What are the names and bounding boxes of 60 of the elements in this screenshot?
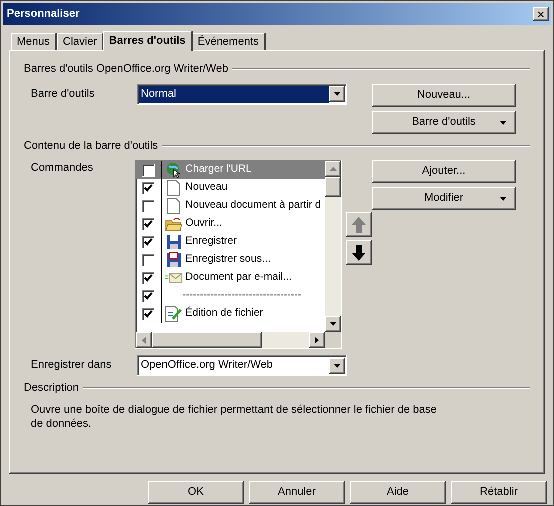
move-down-button[interactable] [346, 240, 372, 265]
group-title: Description [24, 381, 80, 396]
command-item[interactable]: Enregistrer [162, 233, 325, 251]
checkmark-icon [144, 184, 153, 192]
command-item[interactable]: Nouveau [162, 179, 325, 197]
globe-icon [166, 162, 182, 178]
group-title: Barres d'outils OpenOffice.org Writer/Web [24, 62, 228, 77]
dropdown-button[interactable] [329, 358, 345, 374]
command-item[interactable]: Document par e-mail... [162, 269, 325, 287]
tab[interactable]: Menus [11, 33, 58, 50]
modify-button[interactable]: Modifier [372, 187, 516, 210]
command-item[interactable]: Ouvrir... [162, 215, 325, 233]
scroll-down-icon [330, 322, 336, 326]
save-in-dropdown[interactable]: OpenOffice.org Writer/Web [137, 355, 347, 376]
tab[interactable]: Événements [192, 33, 266, 50]
edit-document-icon [164, 306, 183, 322]
tab[interactable]: Clavier [57, 33, 104, 50]
dialog-button[interactable]: OK [148, 481, 244, 504]
dropdown-arrow-icon [334, 364, 340, 368]
command-item[interactable]: Nouveau document à partir d [162, 197, 325, 215]
scroll-right-icon [315, 336, 319, 344]
new-button[interactable]: Nouveau... [372, 84, 516, 106]
field-label: Barre d'outils [31, 86, 96, 102]
document-icon [166, 198, 181, 214]
folder-icon [164, 216, 183, 232]
description-text: Ouvre une boîte de dialogue de fichier permettant de sélectionner le fichier de base de données. [30, 402, 438, 430]
add-button[interactable]: Ajouter... [372, 160, 516, 183]
group-title: Contenu de la barre d'outils [24, 138, 158, 154]
caret-icon [500, 120, 507, 124]
document-icon [166, 180, 181, 196]
dropdown-button[interactable] [329, 86, 345, 102]
scroll-thumb[interactable] [325, 177, 341, 197]
toolbar-menu-button[interactable]: Barre d'outils [372, 110, 516, 134]
vertical-scrollbar[interactable] [325, 161, 341, 332]
scroll-left-icon [142, 336, 146, 344]
command-item[interactable]: Enregistrer sous... [162, 251, 325, 269]
command-item[interactable]: Charger l'URL [162, 161, 325, 179]
horizontal-scrollbar[interactable] [136, 332, 341, 348]
down-arrow-icon [352, 244, 366, 260]
dialog-button[interactable]: Aide [350, 481, 446, 504]
close-button[interactable]: × [533, 7, 549, 21]
dialog-button[interactable]: Annuler [249, 481, 345, 504]
scrollbar-corner [325, 332, 341, 348]
move-up-button[interactable] [346, 212, 372, 237]
dropdown-arrow-icon [334, 92, 340, 96]
toolbar-dropdown[interactable]: Normal [137, 84, 347, 104]
command-list[interactable]: Charger l'URL Nouveau Nouveau document à partir d Ouvrir... Enregistrer Enregistrer sous... Document par e-mail... ---------------------------------- Édition de fichier [134, 160, 342, 349]
command-item[interactable]: Édition de fichier [162, 305, 325, 323]
scroll-thumb[interactable] [152, 332, 262, 348]
tab[interactable]: Barres d'outils [103, 31, 193, 51]
up-arrow-icon [352, 216, 366, 232]
field-label: Enregistrer dans [31, 358, 113, 374]
scroll-up-icon [330, 167, 336, 171]
dialog-button[interactable]: Rétablir [451, 481, 547, 504]
window-title: Personnaliser [7, 6, 80, 22]
field-label: Commandes [31, 161, 94, 176]
envelope-icon [164, 271, 183, 285]
caret-icon [500, 197, 507, 201]
checkbox[interactable] [142, 164, 155, 176]
command-item[interactable]: ---------------------------------- [162, 287, 325, 305]
